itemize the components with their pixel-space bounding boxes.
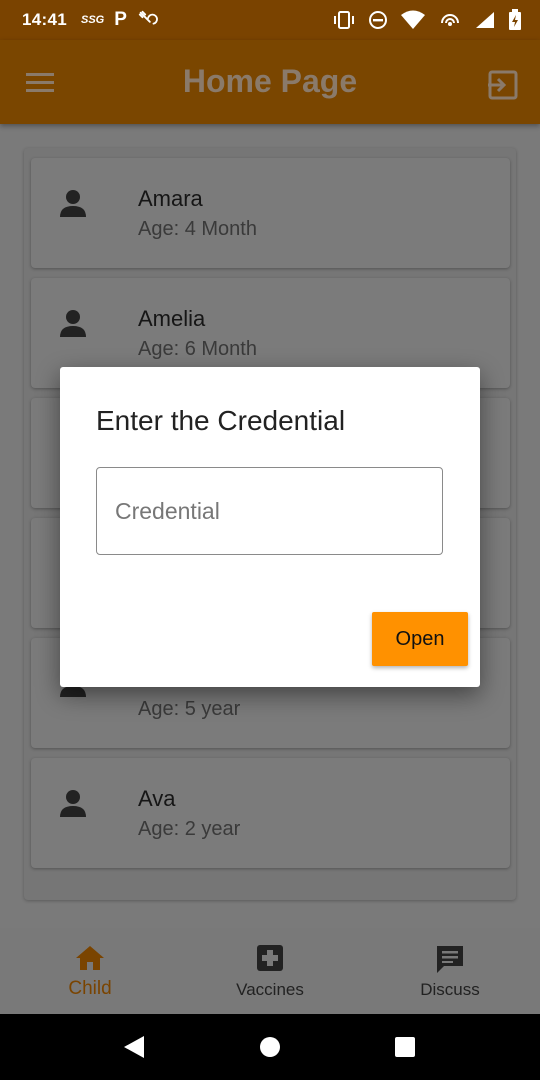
nav-label: Child <box>68 978 112 999</box>
home-circle-icon[interactable] <box>258 1034 282 1060</box>
vibrate-icon <box>334 11 354 29</box>
sgg-icon: SSG <box>80 14 105 26</box>
logout-icon[interactable] <box>486 68 520 102</box>
bottom-nav: Child Vaccines Discuss <box>0 928 540 1014</box>
nav-tab-discuss[interactable]: Discuss <box>360 928 540 1014</box>
child-age: Age: 2 year <box>138 818 241 840</box>
child-age: Age: 6 Month <box>138 338 257 360</box>
child-name: Amelia <box>138 306 206 331</box>
dialog-title: Enter the Credential <box>96 405 346 436</box>
back-icon[interactable] <box>122 1034 146 1060</box>
wifi-icon <box>401 10 425 29</box>
nav-tab-child[interactable]: Child <box>0 928 180 1014</box>
status-time: 14:41 <box>22 10 67 29</box>
child-card-0[interactable]: Amara Age: 4 Month <box>31 158 510 268</box>
status-bar: 14:41 SSG P <box>0 0 540 40</box>
chat-icon <box>437 946 463 973</box>
recents-icon[interactable] <box>393 1034 417 1060</box>
nav-label: Vaccines <box>236 980 304 999</box>
person-icon <box>60 310 86 337</box>
child-name: Ava <box>138 786 176 811</box>
parking-icon: P <box>114 9 127 30</box>
open-button[interactable]: Open <box>372 612 468 666</box>
system-nav-bar <box>0 1014 540 1080</box>
status-right-icons <box>332 9 522 31</box>
child-card-5[interactable]: Ava Age: 2 year <box>31 758 510 868</box>
person-icon <box>60 790 86 817</box>
status-left-icons: SSG P <box>81 9 159 31</box>
signal-icon <box>476 12 494 28</box>
credential-input[interactable] <box>96 467 443 555</box>
medical-plus-icon <box>257 945 283 971</box>
bug-icon <box>138 10 158 25</box>
child-age: Age: 4 Month <box>138 218 257 240</box>
credential-dialog: Enter the Credential Open <box>60 367 480 687</box>
hotspot-icon <box>441 14 459 26</box>
app-bar: Home Page <box>0 40 540 124</box>
nav-tab-vaccines[interactable]: Vaccines <box>180 928 360 1014</box>
nav-label: Discuss <box>420 980 480 999</box>
dnd-icon <box>369 11 387 29</box>
child-age: Age: 5 year <box>138 698 241 720</box>
page-title: Home Page <box>182 63 358 99</box>
child-name: Amara <box>138 186 203 211</box>
battery-icon <box>509 9 521 30</box>
person-icon <box>60 190 86 217</box>
home-icon <box>76 946 104 970</box>
